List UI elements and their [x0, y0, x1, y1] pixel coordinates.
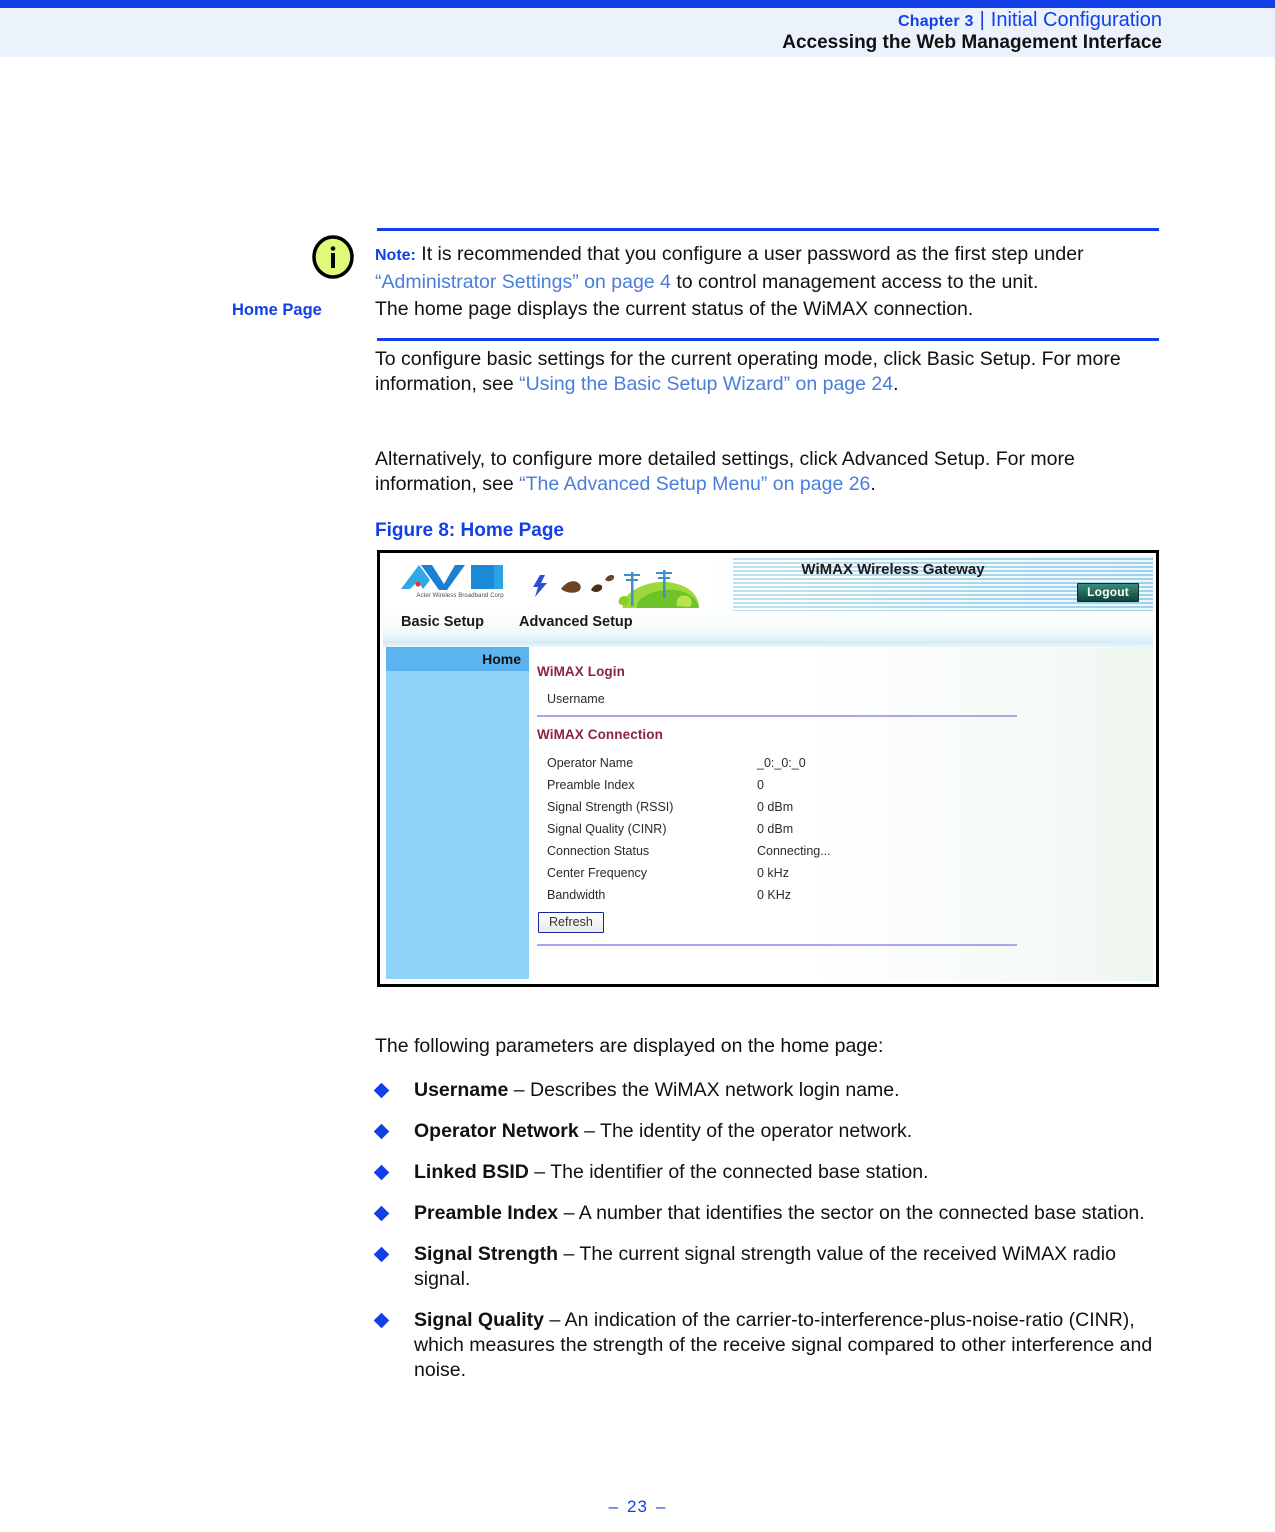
ui-app-title: WiMAX Wireless Gateway — [801, 561, 985, 578]
bullet-diamond-icon — [373, 1246, 390, 1263]
ui-banner: Acter Wireless Broadband Corp WiMAX Wire… — [383, 556, 1153, 611]
parameters-lead-text: The following parameters are displayed o… — [375, 1035, 884, 1057]
list-item-term: Signal Quality — [414, 1309, 545, 1331]
ui-divider-2 — [537, 944, 1017, 946]
list-item-desc: – The identity of the operator network. — [578, 1120, 913, 1142]
bird-icon — [561, 581, 581, 593]
chapter-title: Initial Configuration — [990, 9, 1162, 31]
bullet-diamond-icon — [373, 1082, 390, 1099]
list-item-term: Operator Network — [414, 1120, 579, 1142]
ui-field-label-preamble-index: Preamble Index — [547, 778, 635, 792]
list-item-term: Preamble Index — [414, 1202, 559, 1224]
awb-logo-tagline: Acter Wireless Broadband Corp — [416, 592, 504, 600]
nav-item-basic-setup[interactable]: Basic Setup — [401, 614, 484, 630]
ui-field-label-username: Username — [547, 692, 605, 706]
page-footer: –23– — [0, 1497, 1275, 1517]
ui-field-label-operator-name: Operator Name — [547, 756, 634, 770]
paragraph-3: Alternatively, to configure more detaile… — [375, 447, 1165, 497]
list-item-term: Signal Strength — [414, 1243, 559, 1265]
note-label: Note: — [375, 247, 416, 264]
paragraph-2: To configure basic settings for the curr… — [375, 347, 1165, 397]
list-item: Operator Network – The identity of the o… — [373, 1119, 1165, 1144]
ui-field-label-bandwidth: Bandwidth — [547, 888, 606, 902]
chapter-label-text: Chapter 3 — [897, 13, 974, 30]
sidebar-item-home[interactable]: Home — [386, 647, 529, 671]
ui-field-value-signal-quality: 0 dBm — [757, 822, 794, 836]
paragraph-1: The home page displays the current statu… — [375, 298, 974, 320]
bullet-diamond-icon — [373, 1123, 390, 1140]
advanced-setup-menu-link[interactable]: “The Advanced Setup Menu” on page 26 — [519, 473, 870, 495]
chapter-label: Chapter 3 — [898, 9, 974, 31]
ui-field-value-preamble-index: 0 — [757, 778, 764, 792]
ui-field-label-signal-quality: Signal Quality (CINR) — [547, 822, 667, 836]
footer-dash-left: – — [608, 1497, 620, 1516]
lightning-icon — [533, 575, 547, 597]
header-separator: | — [979, 9, 985, 31]
parameters-list: Username – Describes the WiMAX network l… — [373, 1078, 1165, 1399]
awb-logo-mark — [401, 565, 503, 590]
list-item: Preamble Index – A number that identifie… — [373, 1201, 1165, 1226]
ui-field-value-signal-strength: 0 dBm — [757, 800, 794, 814]
ui-field-value-bandwidth: 0 KHz — [757, 888, 792, 902]
page-number: 23 — [627, 1497, 648, 1516]
list-item-desc: – Describes the WiMAX network login name… — [508, 1079, 900, 1101]
footer-dash-right: – — [655, 1497, 667, 1516]
list-item-desc: – The identifier of the connected base s… — [528, 1161, 929, 1183]
list-item: Linked BSID – The identifier of the conn… — [373, 1160, 1165, 1185]
ui-field-value-operator-name: _0:_0:_0 — [757, 756, 806, 770]
ui-body: Home WiMAX Login Username WiMAX Connecti… — [383, 647, 1153, 981]
figure-caption: Figure 8: Home Page — [375, 520, 564, 541]
note-cross-reference-link[interactable]: “Administrator Settings” on page 4 — [375, 271, 671, 293]
note-rule-bottom — [377, 338, 1159, 341]
basic-setup-wizard-link[interactable]: “Using the Basic Setup Wizard” on page 2… — [519, 373, 893, 395]
figure-home-page-screenshot: Acter Wireless Broadband Corp WiMAX Wire… — [377, 550, 1159, 987]
info-icon — [311, 235, 355, 279]
nav-item-advanced-setup[interactable]: Advanced Setup — [519, 614, 633, 630]
logout-button[interactable]: Logout — [1077, 583, 1139, 602]
list-item: Username – Describes the WiMAX network l… — [373, 1078, 1165, 1103]
refresh-button[interactable]: Refresh — [538, 912, 604, 933]
note-text-before: It is recommended that you configure a u… — [415, 243, 1084, 265]
figure-inner: Acter Wireless Broadband Corp WiMAX Wire… — [383, 556, 1153, 981]
section-heading-home-page: Home Page — [232, 301, 322, 319]
bird-icon-small — [591, 584, 603, 592]
list-item: Signal Quality – An indication of the ca… — [373, 1308, 1165, 1383]
list-item: Signal Strength – The current signal str… — [373, 1242, 1165, 1292]
ui-nav-bar: Basic Setup Advanced Setup — [383, 611, 1153, 641]
paragraph-2-after: . — [893, 373, 899, 395]
ui-field-label-signal-strength: Signal Strength (RSSI) — [547, 800, 674, 814]
ui-field-value-connection-status: Connecting... — [757, 844, 831, 858]
list-item-desc: – A number that identifies the sector on… — [558, 1202, 1145, 1224]
note-text-after: to control management access to the unit… — [670, 271, 1039, 293]
bullet-diamond-icon — [373, 1205, 390, 1222]
page-header-subtitle: Accessing the Web Management Interface — [782, 32, 1162, 53]
list-item-term: Linked BSID — [414, 1161, 529, 1183]
bird-icon-tiny — [605, 575, 615, 582]
ui-sidebar: Home — [386, 647, 529, 979]
note-rule-top — [377, 228, 1159, 231]
ui-field-label-center-frequency: Center Frequency — [547, 866, 648, 880]
page-top-rule — [0, 0, 1275, 8]
list-item-term: Username — [414, 1079, 509, 1101]
ui-section-title-wimax-connection: WiMAX Connection — [537, 727, 663, 742]
ui-field-label-connection-status: Connection Status — [547, 844, 650, 858]
awb-logo: Acter Wireless Broadband Corp — [399, 562, 519, 604]
ui-field-value-center-frequency: 0 kHz — [757, 866, 789, 880]
bullet-diamond-icon — [373, 1164, 390, 1181]
paragraph-3-after: . — [870, 473, 876, 495]
ui-divider-1 — [537, 715, 1017, 717]
ui-section-title-wimax-login: WiMAX Login — [537, 664, 625, 679]
bullet-diamond-icon — [373, 1312, 390, 1329]
ui-content-panel: WiMAX Login Username WiMAX Connection Op… — [529, 647, 1153, 981]
note-text: Note: It is recommended that you configu… — [375, 241, 1165, 296]
